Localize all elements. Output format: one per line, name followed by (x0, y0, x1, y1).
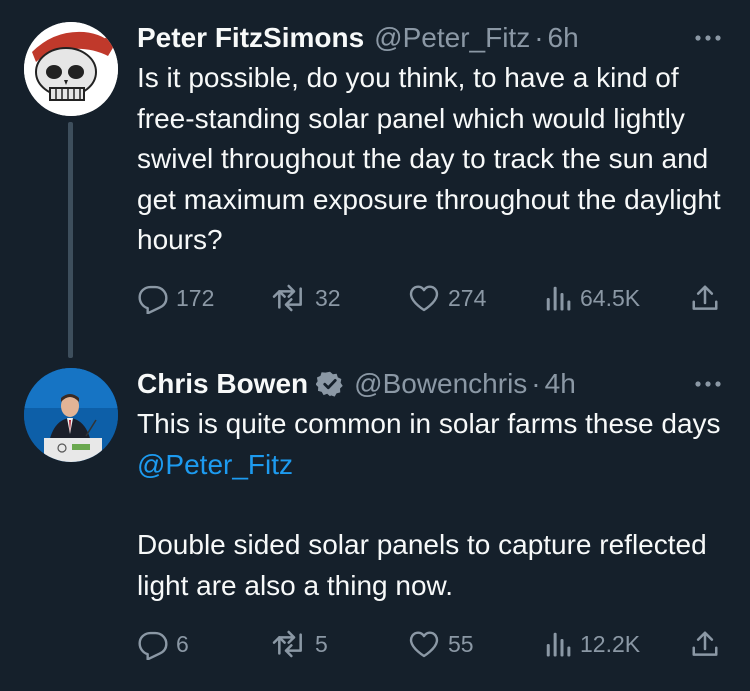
skull-pirate-icon (24, 22, 118, 116)
reply-count: 172 (176, 284, 215, 311)
retweet-button[interactable]: 5 (272, 624, 328, 664)
timestamp[interactable]: 6h (548, 22, 579, 54)
like-count: 55 (448, 630, 474, 657)
ellipsis-icon (695, 381, 721, 387)
reply-button[interactable]: 172 (137, 278, 214, 318)
more-options-button[interactable] (690, 370, 726, 398)
author-name[interactable]: Peter FitzSimons (137, 22, 364, 54)
thread-line (68, 122, 73, 358)
share-button[interactable] (690, 278, 720, 318)
analytics-icon (546, 632, 571, 657)
retweet-icon (272, 630, 302, 658)
retweet-count: 5 (315, 630, 328, 657)
separator-dot: · (531, 368, 541, 399)
views-count: 12.2K (580, 630, 641, 657)
person-at-podium-icon (24, 368, 118, 462)
reply-button[interactable]: 6 (137, 624, 189, 664)
retweet-button[interactable]: 32 (272, 278, 341, 318)
views-button[interactable]: 64.5K (543, 278, 640, 318)
tweet-header: Chris Bowen @Bowenchris · 4h (137, 366, 576, 402)
share-button[interactable] (690, 624, 720, 664)
author-name[interactable]: Chris Bowen (137, 368, 308, 400)
ellipsis-icon (695, 35, 721, 41)
retweet-count: 32 (315, 284, 341, 311)
tweet-text-paragraph-1: This is quite common in solar farms thes… (137, 404, 727, 485)
like-button[interactable]: 274 (407, 278, 486, 318)
author-handle[interactable]: @Bowenchris (354, 368, 527, 400)
retweet-icon (272, 284, 302, 312)
verified-badge-icon (316, 370, 344, 398)
tweet-text-paragraph-2: Double sided solar panels to capture ref… (137, 529, 707, 601)
reply-count: 6 (176, 630, 189, 657)
like-button[interactable]: 55 (407, 624, 474, 664)
share-icon (692, 631, 718, 656)
action-bar: 6 5 55 12.2K (0, 624, 750, 664)
action-bar: 172 32 274 64.5K (0, 278, 750, 318)
mention-link[interactable]: @Peter_Fitz (137, 449, 293, 480)
heart-icon (409, 631, 439, 658)
views-button[interactable]: 12.2K (543, 624, 640, 664)
reply-icon (138, 285, 168, 314)
tweet-text-paragraph: Is it possible, do you think, to have a … (137, 62, 721, 255)
author-handle[interactable]: @Peter_Fitz (374, 22, 530, 54)
tweet-header: Peter FitzSimons @Peter_Fitz · 6h (137, 20, 579, 56)
more-options-button[interactable] (690, 24, 726, 52)
text-segment: This is quite common in solar farms thes… (137, 408, 721, 439)
tweet-text: Is it possible, do you think, to have a … (137, 58, 727, 261)
separator-dot: · (534, 22, 544, 53)
avatar[interactable] (24, 22, 118, 116)
reply-icon (138, 631, 168, 660)
tweet-text: This is quite common in solar farms thes… (137, 404, 727, 606)
analytics-icon (546, 286, 571, 311)
heart-icon (409, 285, 439, 312)
timestamp[interactable]: 4h (545, 368, 576, 400)
avatar[interactable] (24, 368, 118, 462)
share-icon (692, 285, 718, 310)
like-count: 274 (448, 284, 487, 311)
views-count: 64.5K (580, 284, 641, 311)
